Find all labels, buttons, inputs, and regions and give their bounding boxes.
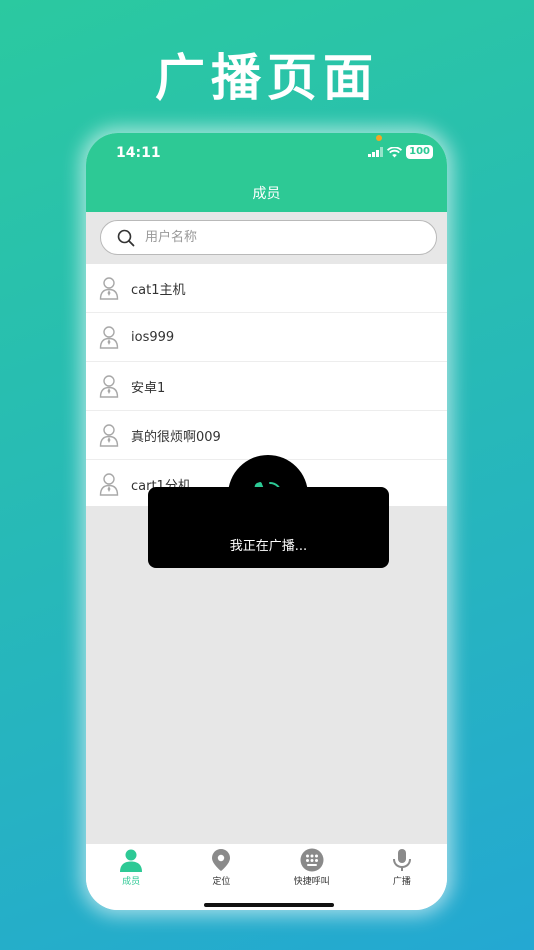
- user-avatar-icon: [99, 424, 119, 447]
- tab-quick-call[interactable]: 快捷呼叫: [267, 844, 357, 910]
- user-avatar-icon: [99, 277, 119, 300]
- status-icons: 100: [368, 145, 433, 159]
- search-input[interactable]: [143, 229, 407, 246]
- location-pin-icon: [212, 849, 231, 871]
- member-name: ios999: [131, 329, 175, 345]
- member-name: cat1主机: [131, 282, 186, 298]
- user-avatar-icon: [99, 473, 119, 496]
- privacy-indicator-dot: [376, 135, 382, 141]
- tab-members[interactable]: 成员: [86, 844, 176, 910]
- cellular-signal-icon: [368, 147, 384, 157]
- wifi-icon: [387, 146, 403, 157]
- search-icon: [117, 229, 135, 246]
- tab-label: 成员: [122, 877, 141, 887]
- tab-label: 快捷呼叫: [293, 877, 330, 887]
- keypad-icon: [300, 848, 324, 872]
- bottom-tab-bar: 成员 定位 快捷呼叫 广播: [86, 844, 447, 910]
- person-icon: [120, 849, 143, 872]
- search-box[interactable]: [100, 220, 437, 255]
- home-indicator: [204, 903, 334, 907]
- user-avatar-icon: [99, 375, 119, 398]
- tab-location[interactable]: 定位: [176, 844, 266, 910]
- tab-label: 定位: [212, 877, 231, 887]
- user-avatar-icon: [99, 326, 119, 349]
- tab-label: 广播: [392, 877, 411, 887]
- broadcast-toast-message: 我正在广播...: [229, 539, 308, 554]
- app-header: 14:11 100 成员: [86, 133, 447, 212]
- list-item[interactable]: cat1主机: [86, 264, 447, 313]
- member-name: 真的很烦啊009: [131, 429, 221, 445]
- search-bar-area: [86, 212, 447, 264]
- page-title: 成员: [252, 186, 281, 202]
- broadcast-toast: [148, 487, 389, 568]
- phone-screen: 14:11 100 成员 用户名称 cat1主机 ios999 安卓1 真的很烦…: [86, 133, 447, 910]
- member-name: 安卓1: [131, 380, 166, 396]
- microphone-icon: [392, 849, 411, 871]
- list-item[interactable]: ios999: [86, 313, 447, 362]
- promo-headline: 广播页面: [155, 49, 379, 107]
- tab-broadcast[interactable]: 广播: [357, 844, 447, 910]
- list-item[interactable]: 真的很烦啊009: [86, 411, 447, 460]
- list-item[interactable]: 安卓1: [86, 362, 447, 411]
- battery-indicator: 100: [406, 145, 433, 159]
- status-time: 14:11: [116, 145, 161, 161]
